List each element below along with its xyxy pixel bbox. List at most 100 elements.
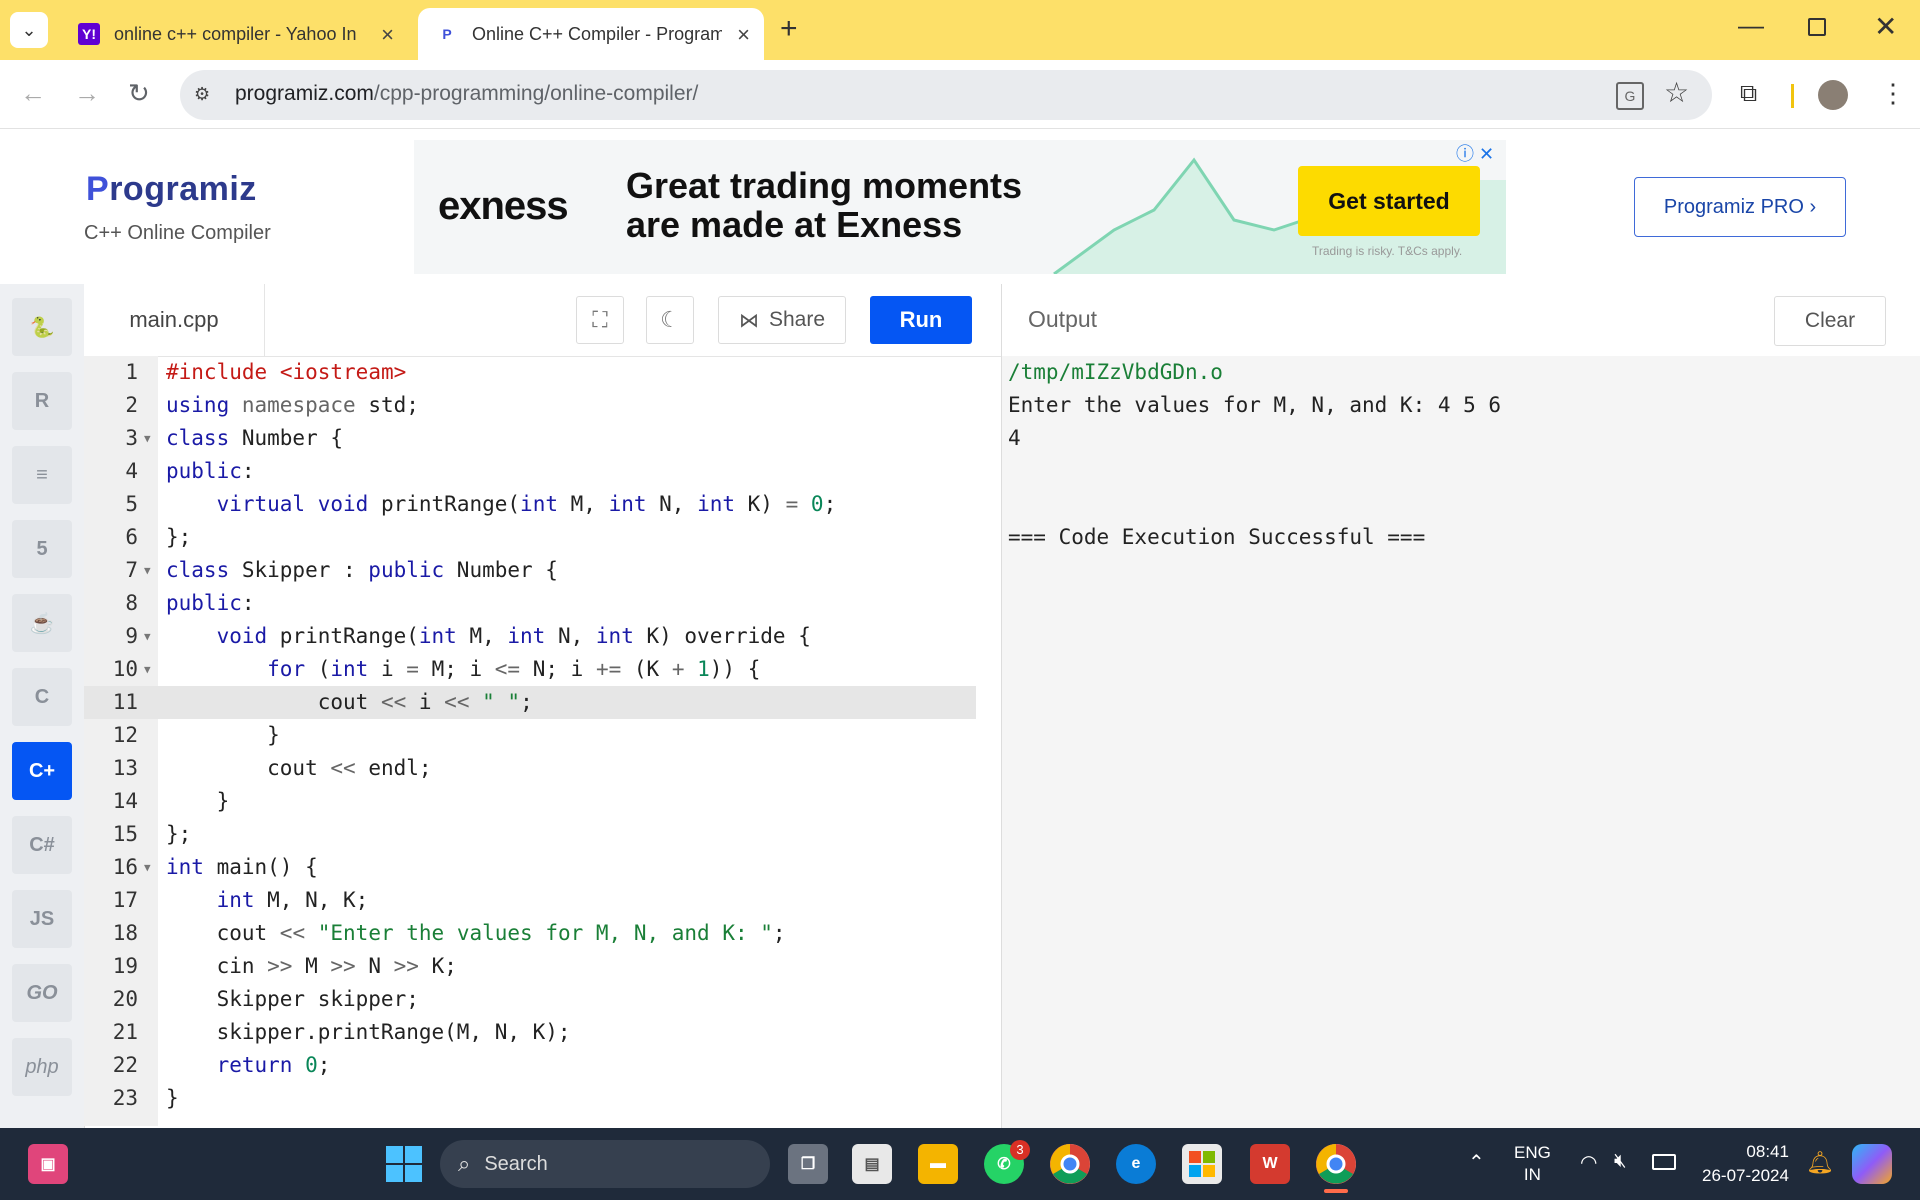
url-host: programiz.com xyxy=(235,82,374,105)
browser-tab-programiz[interactable]: P Online C++ Compiler - Program × xyxy=(418,8,764,60)
restore-icon[interactable] xyxy=(1808,18,1826,36)
tab-title: online c++ compiler - Yahoo In xyxy=(114,23,357,44)
code-line: 12 } xyxy=(112,723,280,747)
code-line: 10 ▼ for (int i = M; i <= N; i += (K + 1)… xyxy=(84,653,976,686)
clock-date: 26-07-2024 xyxy=(1702,1166,1789,1185)
code-line: 1 #include <iostream> xyxy=(125,360,407,384)
windows-start-icon[interactable] xyxy=(384,1144,424,1184)
notepad-icon[interactable]: ▤ xyxy=(852,1144,892,1184)
windows-taskbar xyxy=(0,1128,1920,1200)
clock[interactable]: 08:41 26-07-2024 xyxy=(1702,1140,1789,1188)
search-placeholder: Search xyxy=(484,1152,548,1175)
store-logo-icon xyxy=(1189,1151,1215,1177)
fold-icon[interactable]: ▼ xyxy=(144,422,151,455)
code-line: 19 cin >> M >> N >> K; xyxy=(112,954,457,978)
ad-close-icon[interactable]: ⓘ ✕ xyxy=(1456,140,1494,166)
code-line: 16 ▼ int main() { xyxy=(84,851,976,884)
run-button[interactable]: Run xyxy=(870,296,972,344)
ad-cta-button[interactable]: Get started xyxy=(1298,166,1480,236)
active-app-indicator xyxy=(1324,1189,1348,1193)
toolbar-divider xyxy=(1791,84,1794,108)
extensions-icon[interactable]: ⧉ xyxy=(1740,80,1757,108)
code-editor[interactable]: 1 #include <iostream> 2 using namespace st… xyxy=(84,356,1002,1126)
fold-icon[interactable]: ▼ xyxy=(144,620,151,653)
cpp-language-icon[interactable]: C+ xyxy=(12,742,72,800)
code-line: 9 ▼ void printRange(int M, int N, int K) … xyxy=(84,620,976,653)
close-window-icon[interactable]: ✕ xyxy=(1874,10,1897,43)
programiz-logo[interactable]: Programiz xyxy=(86,170,257,209)
python-language-icon[interactable]: 🐍 xyxy=(12,298,72,356)
output-line: Enter the values for M, N, and K: 4 5 6 xyxy=(1008,393,1502,417)
ad-fine-print: Trading is risky. T&Cs apply. xyxy=(1312,244,1463,258)
edge-icon[interactable]: e xyxy=(1116,1144,1156,1184)
speaker-muted-icon[interactable]: 🔇︎ xyxy=(1614,1150,1627,1173)
share-icon: ⋈ xyxy=(738,309,759,332)
code-line: 15}; xyxy=(112,822,192,846)
battery-icon[interactable] xyxy=(1652,1154,1676,1170)
output-line: 4 xyxy=(1008,426,1021,450)
reload-icon[interactable]: ↻ xyxy=(128,78,150,109)
go-language-icon[interactable]: GO xyxy=(12,964,72,1022)
forward-icon[interactable]: → xyxy=(74,78,100,109)
ad-brand: exness xyxy=(438,184,569,228)
javascript-language-icon[interactable]: JS xyxy=(12,890,72,948)
fold-icon[interactable]: ▼ xyxy=(144,851,151,884)
file-explorer-icon[interactable]: ▬ xyxy=(918,1144,958,1184)
taskbar-search[interactable]: ⌕ Search xyxy=(440,1140,770,1188)
java-language-icon[interactable]: ☕ xyxy=(12,594,72,652)
output-console[interactable] xyxy=(1002,356,1920,1128)
code-line: 13 cout << endl; xyxy=(112,756,432,780)
output-line: === Code Execution Successful === xyxy=(1008,525,1426,549)
dark-mode-button[interactable]: ☾ xyxy=(646,296,694,344)
url-path: /cpp-programming/online-compiler/ xyxy=(373,82,699,105)
logo-letter: P xyxy=(86,170,110,208)
browser-tab-yahoo[interactable]: Y! online c++ compiler - Yahoo In × xyxy=(60,8,408,60)
close-tab-icon[interactable]: × xyxy=(737,22,750,48)
profile-avatar[interactable] xyxy=(1818,80,1848,110)
moon-icon: ☾ xyxy=(660,307,680,332)
new-tab-icon[interactable]: + xyxy=(780,12,798,46)
chrome-icon[interactable] xyxy=(1050,1144,1090,1184)
show-hidden-icons-icon[interactable]: ⌃ xyxy=(1468,1150,1485,1175)
html-language-icon[interactable]: 5 xyxy=(12,520,72,578)
php-language-icon[interactable]: php xyxy=(12,1038,72,1096)
back-icon[interactable]: ← xyxy=(20,78,46,109)
widgets-icon[interactable]: ▣ xyxy=(28,1144,68,1184)
logo-text: rogramiz xyxy=(109,170,257,208)
ad-headline-line-1: Great trading moments xyxy=(626,165,1023,206)
tab-search-button[interactable]: ⌄ xyxy=(10,12,48,48)
microsoft-store-icon[interactable] xyxy=(1182,1144,1222,1184)
input-language[interactable]: ENG IN xyxy=(1514,1142,1551,1186)
minimize-icon[interactable]: — xyxy=(1738,10,1764,41)
share-button[interactable]: ⋈ Share xyxy=(718,296,846,344)
bookmark-star-icon[interactable]: ☆ xyxy=(1664,76,1689,109)
fold-icon[interactable]: ▼ xyxy=(144,554,151,587)
close-tab-icon[interactable]: × xyxy=(381,22,394,48)
url-text[interactable]: programiz.com/cpp-programming/online-com… xyxy=(235,82,698,106)
c-language-icon[interactable]: C xyxy=(12,668,72,726)
ad-headline: Great trading moments are made at Exness xyxy=(626,166,1022,244)
translate-icon[interactable]: G xyxy=(1616,82,1644,110)
wps-office-icon[interactable]: W xyxy=(1250,1144,1290,1184)
clear-button[interactable]: Clear xyxy=(1774,296,1886,346)
fullscreen-button[interactable]: ⛶ xyxy=(576,296,624,344)
wifi-icon[interactable]: ◠ xyxy=(1580,1150,1597,1175)
compiler-subtitle: C++ Online Compiler xyxy=(84,222,271,244)
task-view-icon[interactable]: ❐ xyxy=(788,1144,828,1184)
copilot-icon[interactable] xyxy=(1852,1144,1892,1184)
notification-bell-icon[interactable]: 🔔︎ xyxy=(1806,1150,1834,1176)
file-tab-main-cpp[interactable]: main.cpp xyxy=(84,284,265,356)
programiz-pro-button[interactable]: Programiz PRO › xyxy=(1634,177,1846,237)
code-line: 8 public: xyxy=(125,591,255,615)
site-info-icon[interactable]: ⚙ xyxy=(194,84,218,106)
code-line: 20 Skipper skipper; xyxy=(112,987,419,1011)
r-language-icon[interactable]: R xyxy=(12,372,72,430)
csharp-language-icon[interactable]: C# xyxy=(12,816,72,874)
code-line: 3 ▼ class Number { xyxy=(84,422,976,455)
region-code: IN xyxy=(1523,1165,1541,1184)
sql-language-icon[interactable]: ≡ xyxy=(12,446,72,504)
browser-menu-icon[interactable]: ⋮ xyxy=(1880,78,1906,109)
fold-icon[interactable]: ▼ xyxy=(144,653,151,686)
chrome-logo-icon xyxy=(1316,1144,1356,1184)
chrome-profile-icon[interactable] xyxy=(1316,1144,1356,1184)
